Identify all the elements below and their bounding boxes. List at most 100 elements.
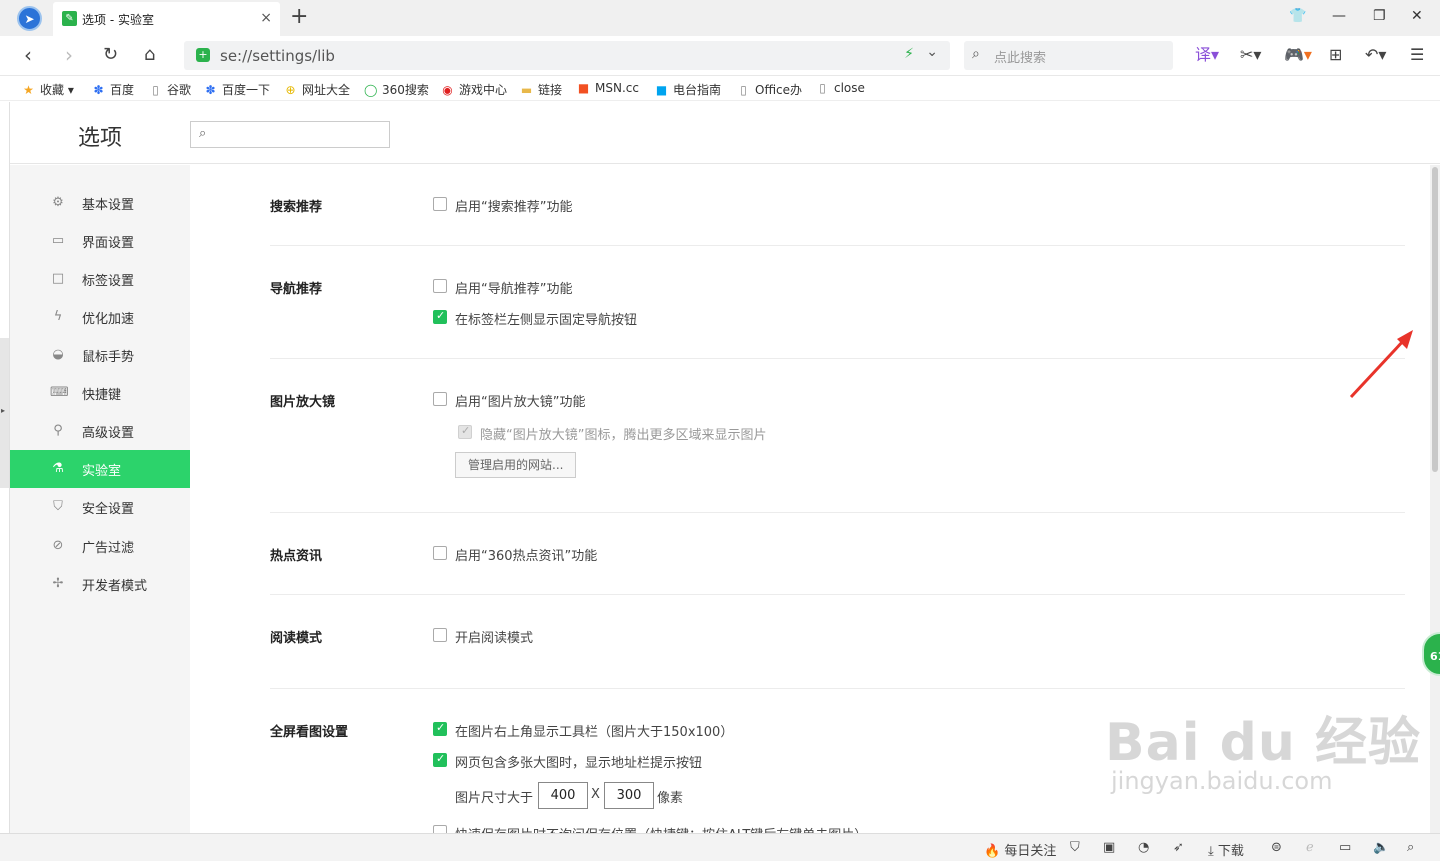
scrollbar-thumb[interactable]: [1432, 167, 1438, 472]
chevron-down-icon[interactable]: ⌄: [926, 44, 938, 60]
chevron-right-icon: ▸: [1, 406, 6, 415]
nav-recommend-checkbox[interactable]: [433, 279, 447, 293]
address-url[interactable]: se://settings/lib: [220, 47, 335, 65]
hot-news-checkbox[interactable]: [433, 546, 447, 560]
gamepad-icon[interactable]: 🎮▾: [1284, 46, 1312, 64]
settings-search-input[interactable]: ⌕: [190, 121, 390, 148]
grid-apps-icon[interactable]: ⊞: [1329, 46, 1342, 64]
window-icon[interactable]: ▭: [1339, 840, 1351, 855]
shield-icon[interactable]: ⛉: [1070, 840, 1080, 855]
search-recommend-checkbox[interactable]: [433, 197, 447, 211]
sidebar-item-label: 界面设置: [82, 236, 135, 251]
keyboard-icon: ⌨: [50, 385, 69, 400]
search-box[interactable]: ⌕ 点此搜索: [964, 41, 1173, 70]
rocket-icon[interactable]: ➶: [1173, 840, 1184, 855]
image-height-input[interactable]: 300: [604, 782, 654, 809]
speed-mode-icon[interactable]: ⚡: [904, 46, 914, 62]
bookmark-item-close[interactable]: ▯ close: [816, 81, 865, 95]
flask-icon: ⚗: [52, 461, 64, 476]
skin-shirt-icon[interactable]: 👕: [1289, 8, 1306, 24]
magnifier-hide-icon-checkbox[interactable]: [458, 424, 472, 439]
section-title: 热点资讯: [270, 549, 323, 564]
reading-mode-checkbox[interactable]: [433, 628, 447, 642]
windows-logo-icon: ■: [577, 81, 590, 95]
zoom-icon[interactable]: ⌕: [1407, 840, 1414, 855]
daily-follow-button[interactable]: 🔥 每日关注: [984, 840, 1056, 859]
home-button[interactable]: ⌂: [144, 44, 155, 66]
baidu-jingyan-watermark: Bai du 经验 jingyan.baidu.com: [1105, 713, 1421, 795]
new-tab-button[interactable]: +: [290, 5, 308, 29]
back-button[interactable]: ‹: [24, 44, 32, 66]
fire-icon: 🔥: [984, 844, 1001, 859]
bookmarks-bar: ★ 收藏 ▾ ✽ 百度 ▯ 谷歌 ✽ 百度一下 ⊕ 网址大全 ◯ 360搜索 ◉ 游戏中心 ▬…: [0, 77, 1440, 101]
section-title: 图片放大镜: [270, 395, 336, 410]
bookmark-item-baidu[interactable]: ✽ 百度: [92, 81, 134, 98]
gear-icon: ⚙: [52, 195, 64, 210]
sidebar-item-tabs[interactable]: □ 标签设置: [10, 260, 190, 298]
fixed-nav-button-checkbox[interactable]: [433, 309, 447, 324]
sidebar-item-optimize[interactable]: ϟ 优化加速: [10, 298, 190, 336]
bookmark-item-game-center[interactable]: ◉ 游戏中心: [441, 81, 507, 98]
game-center-icon: ◉: [442, 83, 453, 97]
addr-hint-button-checkbox[interactable]: [433, 752, 447, 767]
bookmark-item-google[interactable]: ▯ 谷歌: [149, 81, 191, 98]
refresh-button[interactable]: ↻: [103, 44, 118, 66]
browser-logo-icon[interactable]: ➤: [17, 6, 42, 31]
tab-close-icon[interactable]: ×: [260, 10, 272, 26]
close-window-button[interactable]: ✕: [1411, 8, 1423, 24]
bookmark-item-radio-guide[interactable]: ■ 电台指南: [655, 81, 721, 98]
bookmark-item-msn[interactable]: ■ MSN.cc: [577, 81, 639, 95]
sidebar-item-shortcuts[interactable]: ⌨ 快捷键: [10, 374, 190, 412]
sidebar-item-ad-filter[interactable]: ⊘ 广告过滤: [10, 527, 190, 565]
option-label: 启用“360热点资讯”功能: [455, 549, 598, 564]
image-width-input[interactable]: 400: [538, 782, 588, 809]
forward-button[interactable]: ›: [65, 44, 73, 66]
section-title: 导航推荐: [270, 282, 323, 297]
bookmark-item-links[interactable]: ▬ 链接: [520, 81, 562, 98]
wrench-icon: ⚲: [53, 423, 63, 438]
undo-icon[interactable]: ↶▾: [1365, 46, 1386, 64]
restore-button[interactable]: ❐: [1373, 8, 1386, 24]
page-icon: ▯: [740, 83, 747, 97]
page-scrollbar[interactable]: [1430, 165, 1440, 833]
sidebar-item-label: 广告过滤: [82, 541, 135, 556]
sidebar-item-interface[interactable]: ▭ 界面设置: [10, 222, 190, 260]
star-icon: ★: [23, 83, 34, 97]
sidebar-item-lab[interactable]: ⚗ 实验室: [10, 450, 190, 488]
bookmark-item-baidu-search[interactable]: ✽ 百度一下: [204, 81, 270, 98]
menu-icon[interactable]: ☰: [1410, 46, 1424, 64]
title-bar: ➤ ✎ 选项 - 实验室 × + 👕 — ❐ ✕: [0, 0, 1440, 36]
bookmark-item-favorites[interactable]: ★ 收藏 ▾: [22, 81, 74, 98]
download-button[interactable]: ⤓ 下载: [1208, 840, 1244, 859]
option-label: 开启阅读模式: [455, 631, 534, 646]
magnifier-enable-checkbox[interactable]: [433, 392, 447, 406]
sidebar-item-label: 安全设置: [82, 502, 135, 517]
page-title: 选项: [78, 126, 123, 151]
sidebar-item-basic[interactable]: ⚙ 基本设置: [10, 184, 190, 222]
tab-settings-lab[interactable]: ✎ 选项 - 实验室 ×: [53, 2, 280, 36]
manage-sites-button[interactable]: 管理启用的网站...: [455, 452, 577, 478]
address-bar[interactable]: + se://settings/lib ⚡ ⌄: [184, 41, 950, 70]
bookmark-item-office[interactable]: ▯ Office办: [737, 81, 802, 98]
folder-icon: ▬: [520, 83, 533, 97]
sidebar-item-security[interactable]: ⛉ 安全设置: [10, 488, 190, 526]
image-icon[interactable]: ▣: [1103, 840, 1115, 855]
minimize-button[interactable]: —: [1332, 8, 1346, 24]
translate-icon[interactable]: 译▾: [1195, 46, 1219, 64]
quick-save-checkbox[interactable]: [433, 825, 447, 833]
bookmark-item-360-search[interactable]: ◯ 360搜索: [364, 81, 429, 98]
volume-icon[interactable]: 🔈: [1373, 840, 1389, 855]
ie-icon[interactable]: ℯ: [1306, 840, 1314, 855]
scissors-icon[interactable]: ✂▾: [1240, 46, 1261, 64]
option-label: 快速保存图片时不询问保存位置（快捷键：按住ALT键后左键单击图片）: [455, 824, 867, 833]
sidebar-item-developer[interactable]: ✢ 开发者模式: [10, 565, 190, 603]
bookmark-item-site-directory[interactable]: ⊕ 网址大全: [284, 81, 350, 98]
toolbar-topright-checkbox[interactable]: [433, 721, 447, 736]
sidebar-toggle-handle[interactable]: ▸: [0, 338, 9, 488]
plus-circle-icon: ⊕: [285, 83, 296, 97]
sidebar-item-label: 开发者模式: [82, 579, 148, 594]
sidebar-item-mouse-gesture[interactable]: ◒ 鼠标手势: [10, 336, 190, 374]
sync-icon[interactable]: ⊜: [1271, 840, 1282, 855]
sidebar-item-advanced[interactable]: ⚲ 高级设置: [10, 412, 190, 450]
speed-icon[interactable]: ◔: [1138, 840, 1149, 855]
